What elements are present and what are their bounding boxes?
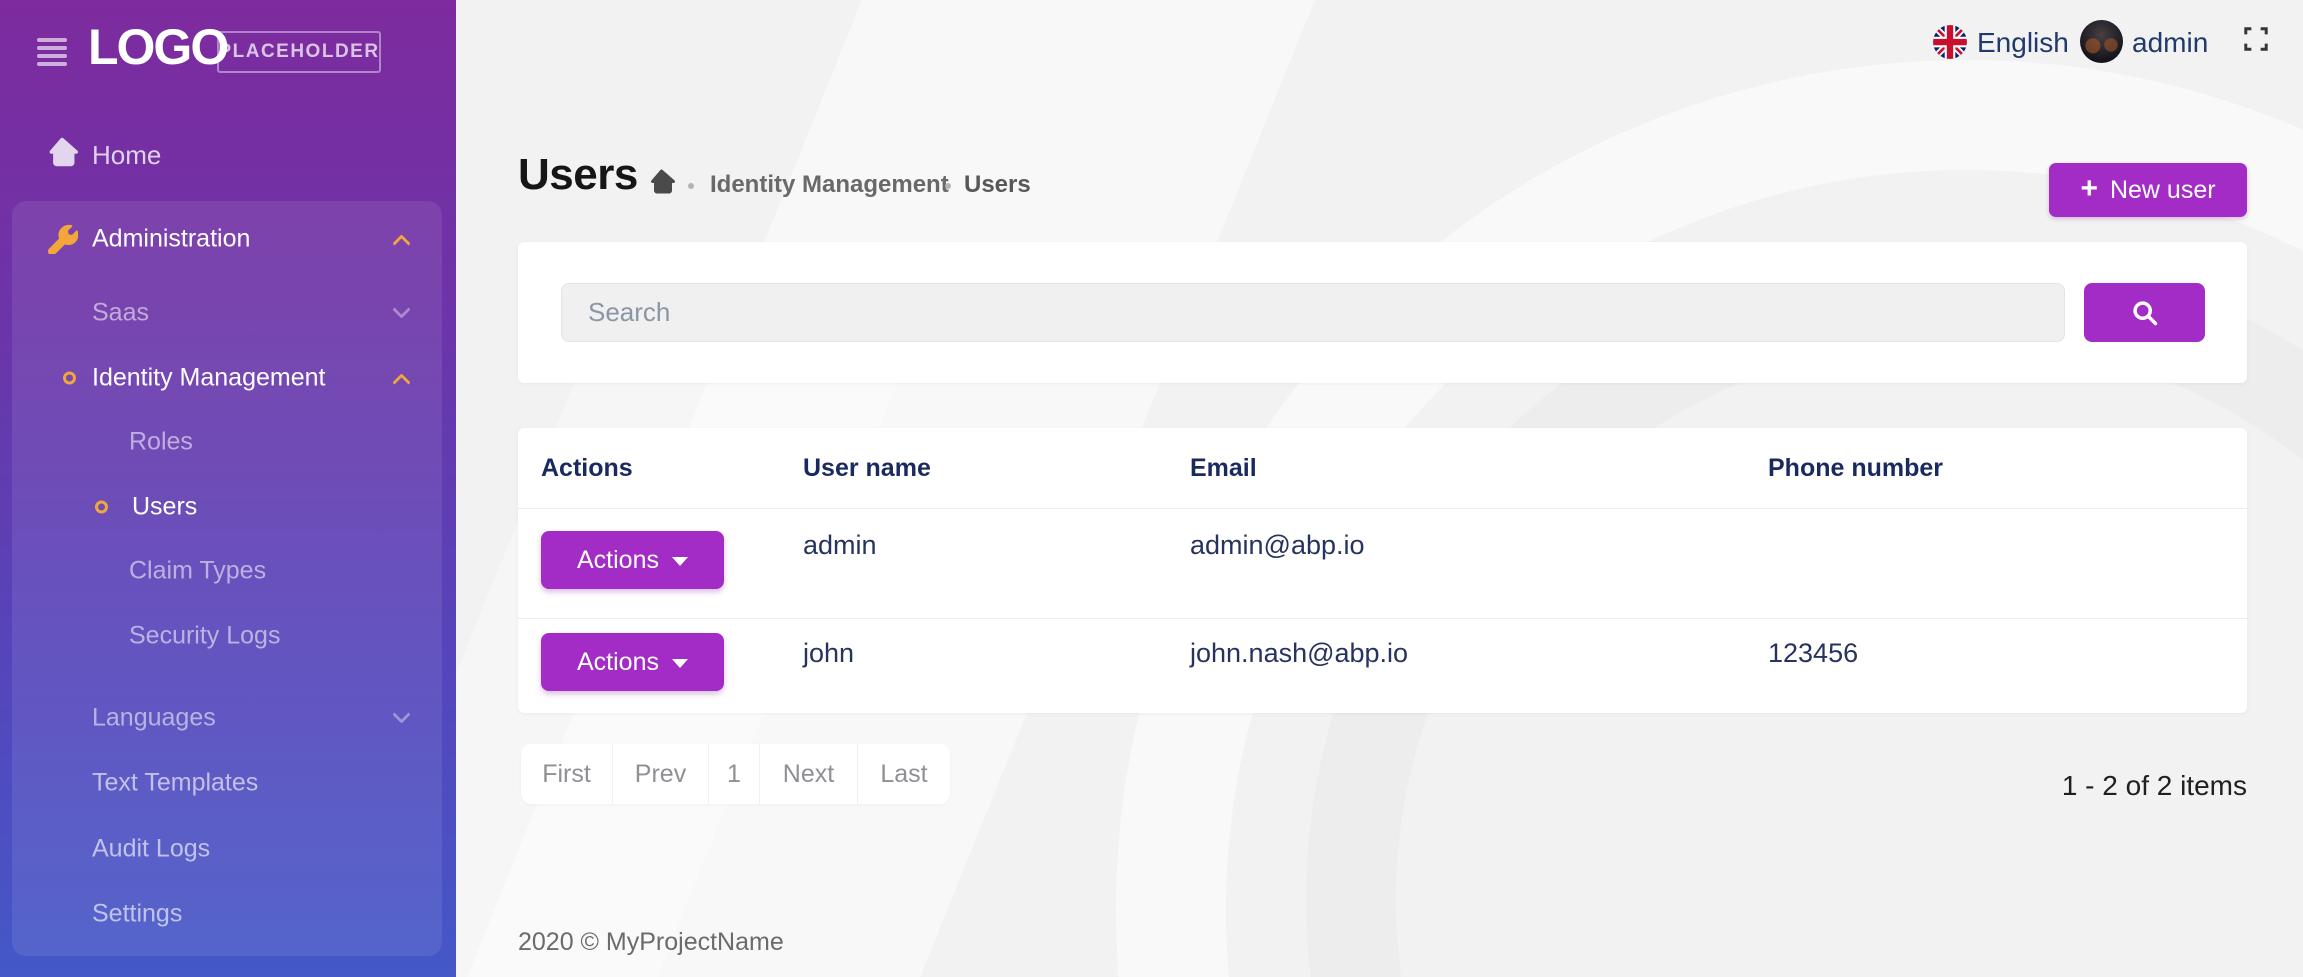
- column-header-actions: Actions: [541, 454, 633, 483]
- sidebar-item-label: Administration: [92, 225, 250, 254]
- sidebar-item-text-templates[interactable]: Text Templates: [12, 759, 442, 807]
- table-divider: [518, 618, 2247, 619]
- pagination-prev[interactable]: Prev: [613, 744, 709, 804]
- sidebar-administration-panel: Administration Saas Identity Management …: [12, 201, 442, 956]
- column-header-email: Email: [1190, 454, 1257, 483]
- page-title: Users: [518, 150, 638, 200]
- sidebar: LOGO PLACEHOLDER Home Administration Saa…: [0, 0, 456, 977]
- pagination: First Prev 1 Next Last: [521, 744, 950, 804]
- wrench-icon: [48, 224, 78, 259]
- breadcrumb-separator-dot: [688, 183, 694, 189]
- circle-bullet-icon: [63, 372, 76, 385]
- chevron-up-icon: [392, 373, 410, 391]
- cell-phone: 123456: [1768, 638, 1858, 669]
- row-actions-dropdown[interactable]: Actions: [541, 531, 724, 589]
- sidebar-item-label: Claim Types: [129, 557, 266, 586]
- pagination-first[interactable]: First: [521, 744, 613, 804]
- breadcrumb-section[interactable]: Identity Management: [710, 171, 949, 199]
- plus-icon: +: [2080, 174, 2098, 204]
- cell-email: admin@abp.io: [1190, 530, 1365, 561]
- breadcrumb-current: Users: [964, 171, 1031, 199]
- cell-user-name: admin: [803, 530, 877, 561]
- main-content: English admin Users Identity Management …: [456, 0, 2303, 977]
- search-card: [518, 242, 2247, 383]
- new-user-button[interactable]: + New user: [2049, 163, 2247, 217]
- actions-button-label: Actions: [577, 648, 659, 677]
- sidebar-item-home[interactable]: Home: [0, 128, 456, 180]
- actions-button-label: Actions: [577, 546, 659, 575]
- brand-placeholder-badge[interactable]: PLACEHOLDER: [217, 31, 381, 73]
- sidebar-item-audit-logs[interactable]: Audit Logs: [12, 825, 442, 873]
- caret-down-icon: [672, 557, 688, 566]
- sidebar-item-users[interactable]: Users: [12, 483, 442, 531]
- sidebar-item-identity-management[interactable]: Identity Management: [12, 354, 442, 402]
- sidebar-item-label: Audit Logs: [92, 835, 210, 864]
- pagination-last[interactable]: Last: [858, 744, 950, 804]
- uk-flag-icon: [1933, 25, 1967, 59]
- row-actions-dropdown[interactable]: Actions: [541, 633, 724, 691]
- search-button[interactable]: [2084, 283, 2205, 342]
- fullscreen-icon[interactable]: [2243, 26, 2269, 57]
- pagination-next[interactable]: Next: [760, 744, 858, 804]
- sidebar-item-label: Settings: [92, 900, 182, 929]
- sidebar-item-claim-types[interactable]: Claim Types: [12, 547, 442, 595]
- sidebar-item-security-logs[interactable]: Security Logs: [12, 612, 442, 660]
- cell-email: john.nash@abp.io: [1190, 638, 1408, 669]
- current-user-label[interactable]: admin: [2132, 27, 2208, 59]
- sidebar-item-label: Identity Management: [92, 364, 325, 393]
- sidebar-item-roles[interactable]: Roles: [12, 418, 442, 466]
- brand-logo[interactable]: LOGO: [88, 18, 227, 76]
- search-icon: [2131, 299, 2159, 327]
- home-icon: [46, 137, 78, 172]
- language-label[interactable]: English: [1977, 27, 2069, 59]
- column-header-phone: Phone number: [1768, 454, 1943, 483]
- sidebar-item-label: Users: [132, 493, 197, 522]
- table-divider: [518, 508, 2247, 509]
- sidebar-item-saas[interactable]: Saas: [12, 289, 442, 337]
- column-header-username: User name: [803, 454, 931, 483]
- breadcrumb-separator-dot: [945, 183, 951, 189]
- footer-copyright: 2020 © MyProjectName: [518, 928, 784, 957]
- sidebar-item-label: Home: [92, 140, 161, 171]
- pagination-page-1[interactable]: 1: [709, 744, 760, 804]
- sidebar-item-label: Text Templates: [92, 769, 258, 798]
- sidebar-item-label: Roles: [129, 428, 193, 457]
- chevron-down-icon: [392, 300, 410, 318]
- cell-user-name: john: [803, 638, 854, 669]
- caret-down-icon: [672, 659, 688, 668]
- chevron-up-icon: [392, 234, 410, 252]
- new-user-button-label: New user: [2110, 176, 2216, 205]
- users-table: Actions User name Email Phone number Act…: [518, 428, 2247, 713]
- sidebar-item-label: Saas: [92, 299, 149, 328]
- pagination-summary: 1 - 2 of 2 items: [2062, 770, 2247, 802]
- sidebar-item-label: Languages: [92, 704, 216, 733]
- app-window: LOGO PLACEHOLDER Home Administration Saa…: [0, 0, 2303, 977]
- language-selector[interactable]: [1933, 25, 1967, 59]
- circle-bullet-icon: [95, 501, 108, 514]
- sidebar-item-administration[interactable]: Administration: [12, 215, 442, 263]
- chevron-down-icon: [392, 705, 410, 723]
- breadcrumb-home-icon[interactable]: [648, 169, 675, 199]
- search-input[interactable]: [561, 283, 2065, 342]
- sidebar-item-label: Security Logs: [129, 622, 280, 651]
- hamburger-menu-icon[interactable]: [37, 38, 67, 66]
- sidebar-item-settings[interactable]: Settings: [12, 890, 442, 938]
- user-avatar[interactable]: [2080, 20, 2123, 63]
- sidebar-item-languages[interactable]: Languages: [12, 694, 442, 742]
